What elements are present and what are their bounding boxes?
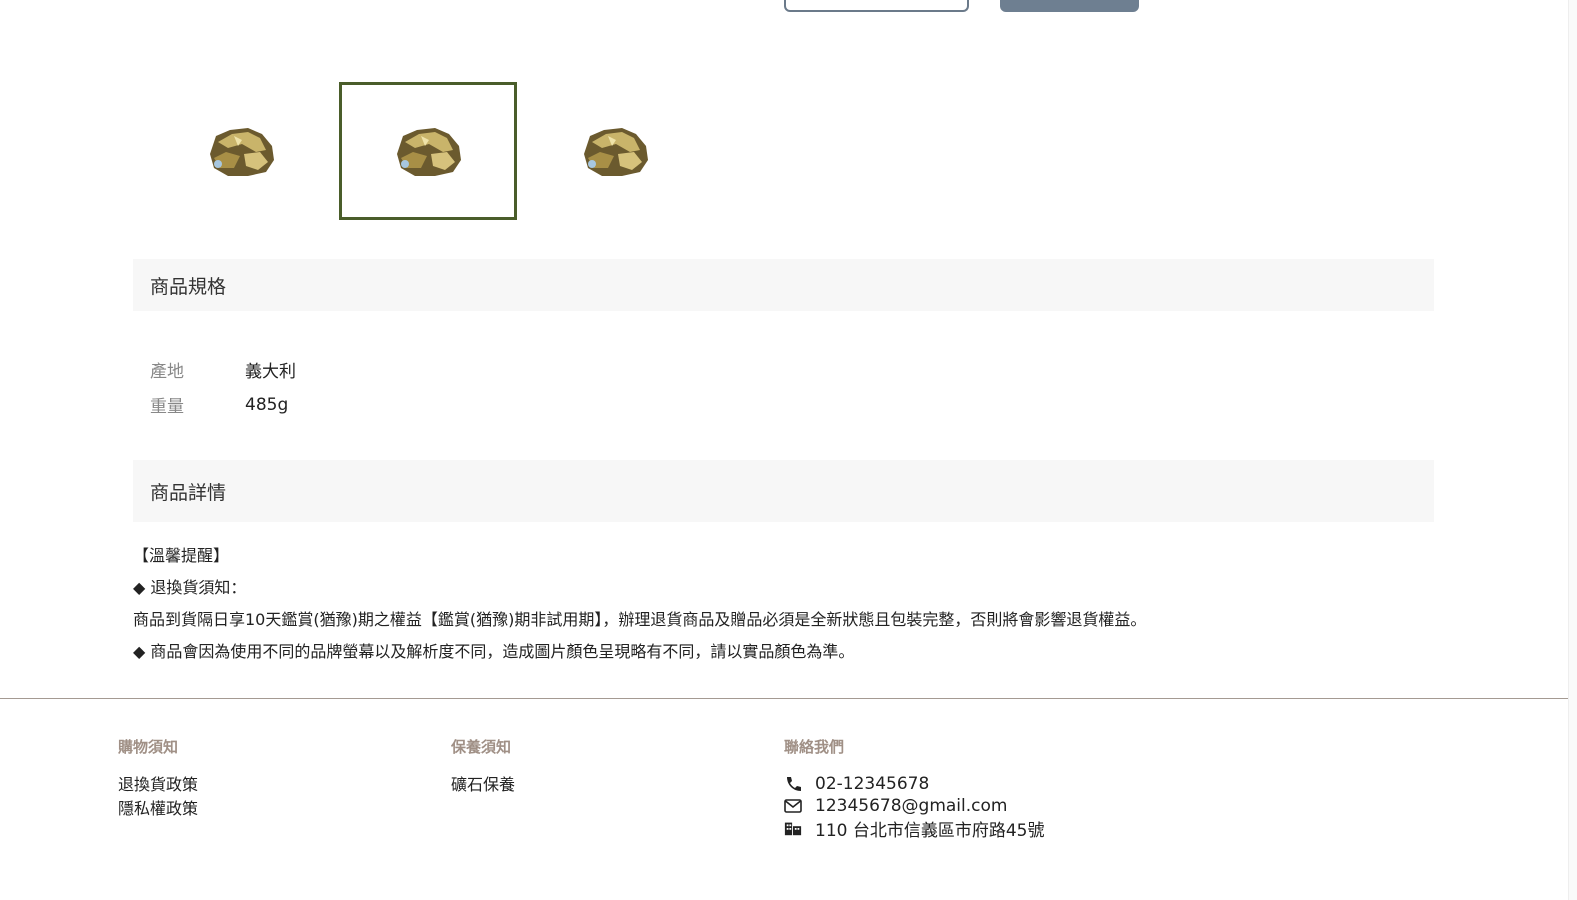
spec-value-weight: 485g bbox=[245, 394, 289, 415]
footer-care-column: 保養須知 礦石保養 bbox=[451, 736, 515, 797]
mineral-image bbox=[397, 128, 461, 176]
thumbnail-2[interactable] bbox=[339, 82, 517, 220]
quantity-input[interactable] bbox=[784, 0, 969, 12]
spec-row: 產地 義大利 bbox=[150, 352, 296, 387]
detail-section-header: 商品詳情 bbox=[133, 460, 1434, 522]
thumbnail-gallery bbox=[152, 82, 704, 220]
detail-line: 商品到貨隔日享10天鑑賞(猶豫)期之權益【鑑賞(猶豫)期非試用期】，辦理退貨商品… bbox=[133, 610, 1147, 629]
detail-line: ◆ 商品會因為使用不同的品牌螢幕以及解析度不同，造成圖片顏色呈現略有不同，請以實… bbox=[133, 642, 855, 661]
footer-heading-shopping: 購物須知 bbox=[118, 738, 179, 756]
spec-row: 重量 485g bbox=[150, 387, 296, 422]
phone-number: 02-12345678 bbox=[815, 774, 930, 794]
page-scrollbar[interactable] bbox=[1568, 0, 1577, 900]
contact-address: 110 台北市信義區市府路45號 bbox=[784, 817, 1045, 841]
footer-heading-care: 保養須知 bbox=[451, 738, 512, 756]
footer-heading-contact: 聯絡我們 bbox=[784, 738, 845, 756]
detail-line: ◆ 退換貨須知： bbox=[133, 578, 247, 597]
envelope-icon bbox=[784, 798, 815, 814]
spec-key-origin: 產地 bbox=[150, 362, 184, 382]
mineral-care-link[interactable]: 礦石保養 bbox=[451, 773, 515, 797]
return-policy-link[interactable]: 退換貨政策 bbox=[118, 773, 198, 797]
spec-title: 商品規格 bbox=[150, 275, 227, 298]
privacy-policy-link[interactable]: 隱私權政策 bbox=[118, 797, 198, 821]
email-address: 12345678@gmail.com bbox=[815, 796, 1008, 816]
add-to-cart-button[interactable] bbox=[1000, 0, 1139, 12]
phone-icon bbox=[784, 776, 815, 792]
address-text: 110 台北市信義區市府路45號 bbox=[815, 820, 1045, 841]
mineral-image bbox=[584, 128, 648, 176]
contact-email: 12345678@gmail.com bbox=[784, 795, 1044, 817]
footer-contact-column: 聯絡我們 02-12345678 12345678@gmail.com 110 … bbox=[784, 736, 1045, 841]
spec-section-header: 商品規格 bbox=[133, 259, 1434, 311]
detail-line: 【溫馨提醒】 bbox=[133, 546, 230, 565]
thumbnail-3[interactable] bbox=[526, 82, 704, 220]
mineral-image bbox=[210, 128, 274, 176]
detail-title: 商品詳情 bbox=[150, 481, 227, 504]
footer-shopping-column: 購物須知 退換貨政策 隱私權政策 bbox=[118, 736, 198, 821]
thumbnail-1[interactable] bbox=[152, 82, 330, 220]
spec-value-origin: 義大利 bbox=[245, 362, 296, 382]
spec-key-weight: 重量 bbox=[150, 397, 184, 417]
spec-table: 產地 義大利 重量 485g bbox=[150, 352, 296, 422]
contact-phone: 02-12345678 bbox=[784, 773, 1044, 795]
detail-content: 【溫馨提醒】 ◆ 退換貨須知： 商品到貨隔日享10天鑑賞(猶豫)期之權益【鑑賞(… bbox=[133, 540, 1146, 668]
footer-divider bbox=[0, 698, 1568, 699]
building-icon bbox=[784, 820, 815, 836]
